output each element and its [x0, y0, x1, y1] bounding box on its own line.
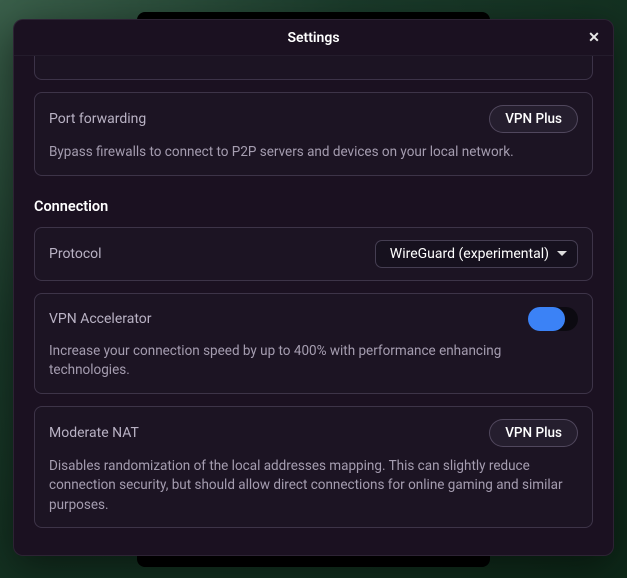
row-header: Port forwarding VPN Plus [49, 105, 578, 133]
protocol-title: Protocol [49, 246, 102, 262]
modal-title: Settings [287, 30, 339, 46]
vpn-plus-badge[interactable]: VPN Plus [489, 419, 578, 447]
protocol-dropdown[interactable]: WireGuard (experimental) [375, 240, 578, 268]
modal-header: Settings ✕ [14, 20, 613, 56]
port-forwarding-title: Port forwarding [49, 111, 146, 127]
close-icon[interactable]: ✕ [585, 29, 603, 47]
vpn-plus-badge[interactable]: VPN Plus [489, 105, 578, 133]
connection-section-title: Connection [34, 198, 593, 215]
vpn-accelerator-title: VPN Accelerator [49, 311, 152, 327]
port-forwarding-desc: Bypass firewalls to connect to P2P serve… [49, 143, 578, 163]
vpn-accelerator-toggle[interactable] [528, 307, 578, 331]
row-header: Protocol WireGuard (experimental) [49, 240, 578, 268]
settings-modal: Settings ✕ Port forwarding VPN Plus Bypa… [13, 19, 614, 556]
port-forwarding-row: Port forwarding VPN Plus Bypass firewall… [34, 92, 593, 176]
vpn-accelerator-desc: Increase your connection speed by up to … [49, 342, 578, 381]
row-header: VPN Accelerator [49, 306, 578, 332]
modal-body: Port forwarding VPN Plus Bypass firewall… [14, 56, 613, 555]
vpn-accelerator-row: VPN Accelerator Increase your connection… [34, 293, 593, 394]
protocol-value: WireGuard (experimental) [390, 246, 549, 262]
settings-row-partial [34, 56, 593, 80]
toggle-knob [541, 307, 565, 331]
moderate-nat-desc: Disables randomization of the local addr… [49, 457, 578, 516]
moderate-nat-row: Moderate NAT VPN Plus Disables randomiza… [34, 406, 593, 529]
moderate-nat-title: Moderate NAT [49, 425, 139, 441]
chevron-down-icon [557, 251, 567, 256]
row-header: Moderate NAT VPN Plus [49, 419, 578, 447]
protocol-row: Protocol WireGuard (experimental) [34, 227, 593, 281]
